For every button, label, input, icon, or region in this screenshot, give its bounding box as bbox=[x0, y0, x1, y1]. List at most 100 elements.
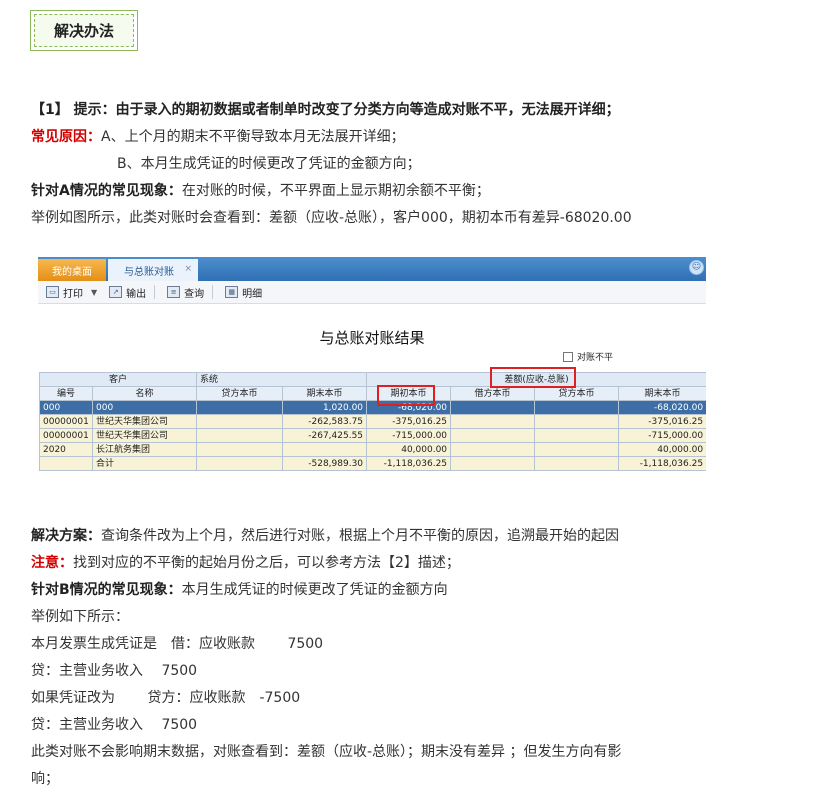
table-row[interactable]: 2020 长江航务集团 40,000.00 40,000.00 bbox=[39, 442, 706, 457]
cell-debit bbox=[450, 400, 536, 415]
cell-credit-diff bbox=[534, 414, 620, 429]
cell-ending-diff: -68,020.00 bbox=[618, 400, 706, 415]
common-causes-line: 常见原因：A、上个月的期末不平衡导致本月无法展开详细； bbox=[31, 127, 405, 147]
example-b-intro: 举例如下所示： bbox=[31, 609, 129, 625]
export-button[interactable]: ↗ 输出 bbox=[109, 285, 146, 300]
detail-label: 明细 bbox=[242, 288, 263, 300]
group-customer: 客户 bbox=[38, 372, 198, 387]
unbalanced-checkbox[interactable]: 对账不平 bbox=[563, 350, 613, 363]
export-icon: ↗ bbox=[109, 286, 123, 298]
case-b-label: 针对B情况的常见现象： bbox=[31, 582, 182, 598]
conclusion-text-end: 响； bbox=[31, 771, 59, 787]
cell-ending: -528,989.30 bbox=[282, 456, 368, 471]
cell-code bbox=[39, 456, 93, 471]
cell-code: 00000001 bbox=[39, 414, 93, 429]
cell-credit bbox=[196, 428, 284, 443]
cell-credit-diff bbox=[534, 442, 620, 457]
cell-ending-diff: -715,000.00 bbox=[618, 428, 706, 443]
cell-opening: -1,118,036.25 bbox=[366, 456, 452, 471]
toolbar-divider bbox=[212, 285, 214, 299]
cell-ending bbox=[282, 442, 368, 457]
cell-debit bbox=[450, 414, 536, 429]
col-debit[interactable]: 借方本币 bbox=[450, 386, 536, 401]
case-b-text: 本月生成凭证的时候更改了凭证的金额方向 bbox=[181, 582, 448, 598]
cell-name: 世纪天华集团公司 bbox=[91, 428, 198, 443]
cause-b: B、本月生成凭证的时候更改了凭证的金额方向； bbox=[117, 156, 421, 172]
query-label: 查询 bbox=[184, 288, 205, 300]
cell-ending: 1,020.00 bbox=[282, 400, 368, 415]
table-row[interactable]: 00000001 世纪天华集团公司 -262,583.75 -375,016.2… bbox=[39, 414, 706, 429]
heading-box: 解决办法 bbox=[30, 10, 138, 51]
cause-a: A、上个月的期末不平衡导致本月无法展开详细； bbox=[101, 129, 405, 145]
cell-credit bbox=[196, 456, 284, 471]
cell-ending-diff: 40,000.00 bbox=[618, 442, 706, 457]
cell-ending-diff: -1,118,036.25 bbox=[618, 456, 706, 471]
cell-ending: -267,425.55 bbox=[282, 428, 368, 443]
print-button[interactable]: ▭ 打印 ▼ bbox=[46, 285, 97, 300]
group-system: 系统 bbox=[196, 372, 368, 387]
example-b-credit-2: 贷：主营业务收入 7500 bbox=[31, 717, 198, 733]
col-ending-diff[interactable]: 期末本币 bbox=[618, 386, 706, 401]
table-row[interactable]: 000 000 1,020.00 -68,020.00 -68,020.00 bbox=[39, 400, 706, 415]
case-a-label: 针对A情况的常见现象： bbox=[31, 183, 182, 199]
cell-debit bbox=[450, 442, 536, 457]
report-title: 与总账对账结果 bbox=[319, 329, 425, 347]
print-label: 打印 bbox=[63, 288, 83, 300]
printer-icon: ▭ bbox=[46, 286, 59, 298]
table-total-row[interactable]: 合计 -528,989.30 -1,118,036.25 -1,118,036.… bbox=[39, 456, 706, 471]
cell-opening: -375,016.25 bbox=[366, 414, 452, 429]
tab-my-desktop[interactable]: 我的桌面 bbox=[38, 259, 106, 281]
cell-code: 000 bbox=[39, 400, 93, 415]
cell-credit bbox=[196, 442, 284, 457]
solution-label: 解决方案： bbox=[31, 528, 101, 544]
grid-icon: ▦ bbox=[225, 286, 239, 298]
tab-reconcile-gl[interactable]: 与总账对账 × bbox=[108, 259, 198, 281]
col-credit-diff[interactable]: 贷方本币 bbox=[534, 386, 620, 401]
col-credit[interactable]: 贷方本币 bbox=[196, 386, 284, 401]
cell-debit bbox=[450, 456, 536, 471]
table-group-header: 客户 系统 差额(应收-总账) bbox=[38, 372, 706, 387]
cell-opening: -715,000.00 bbox=[366, 428, 452, 443]
cell-name: 合计 bbox=[91, 456, 198, 471]
highlight-difference-header bbox=[490, 367, 576, 388]
cell-credit-diff bbox=[534, 400, 620, 415]
example-a-text: 举例如图所示，此类对账时会查看到：差额（应收-总账），客户000，期初本币有差异… bbox=[31, 210, 632, 226]
cell-opening: 40,000.00 bbox=[366, 442, 452, 457]
heading: 解决办法 bbox=[34, 14, 134, 47]
chevron-down-icon[interactable]: ▼ bbox=[91, 288, 97, 297]
cell-credit-diff bbox=[534, 456, 620, 471]
toolbar: ▭ 打印 ▼ ↗ 输出 ≡ 查询 ▦ 明细 bbox=[38, 281, 706, 304]
example-b-debit: 本月发票生成凭证是 借：应收账款 7500 bbox=[31, 636, 324, 652]
col-code[interactable]: 编号 bbox=[39, 386, 93, 401]
col-name[interactable]: 名称 bbox=[91, 386, 198, 401]
cell-ending: -262,583.75 bbox=[282, 414, 368, 429]
query-button[interactable]: ≡ 查询 bbox=[167, 285, 204, 300]
example-b-credit: 贷：主营业务收入 7500 bbox=[31, 663, 198, 679]
example-b-changed: 如果凭证改为 贷方：应收账款 -7500 bbox=[31, 690, 301, 706]
toolbar-divider bbox=[154, 285, 156, 299]
cell-credit bbox=[196, 414, 284, 429]
highlight-opening-column bbox=[377, 385, 435, 406]
reconciliation-table: 客户 系统 差额(应收-总账) 编号 名称 贷方本币 期末本币 期初本币 借方本… bbox=[38, 372, 706, 471]
cell-credit bbox=[196, 400, 284, 415]
note-line: 注意：找到对应的不平衡的起始月份之后，可以参考方法【2】描述； bbox=[31, 553, 460, 573]
smile-icon[interactable]: ☺ bbox=[689, 260, 704, 275]
cell-code: 00000001 bbox=[39, 428, 93, 443]
close-icon[interactable]: × bbox=[184, 264, 192, 274]
solution-line: 解决方案：查询条件改为上个月，然后进行对账，根据上个月不平衡的原因，追溯最开始的… bbox=[31, 526, 619, 546]
table-column-header: 编号 名称 贷方本币 期末本币 期初本币 借方本币 贷方本币 期末本币 bbox=[39, 386, 706, 401]
detail-button[interactable]: ▦ 明细 bbox=[225, 285, 262, 300]
cell-name: 000 bbox=[91, 400, 198, 415]
note-text: 找到对应的不平衡的起始月份之后，可以参考方法【2】描述； bbox=[73, 555, 460, 571]
reconciliation-screenshot: 我的桌面 与总账对账 × ☺ ▭ 打印 ▼ ↗ 输出 ≡ 查询 ▦ 明细 与总账… bbox=[38, 257, 706, 485]
case-b-line: 针对B情况的常见现象：本月生成凭证的时候更改了凭证的金额方向 bbox=[31, 580, 448, 600]
col-ending[interactable]: 期末本币 bbox=[282, 386, 368, 401]
cell-code: 2020 bbox=[39, 442, 93, 457]
common-causes-label: 常见原因： bbox=[31, 129, 101, 145]
query-icon: ≡ bbox=[167, 286, 181, 298]
tab-reconcile-gl-label: 与总账对账 bbox=[124, 266, 174, 278]
table-row[interactable]: 00000001 世纪天华集团公司 -267,425.55 -715,000.0… bbox=[39, 428, 706, 443]
cell-name: 长江航务集团 bbox=[91, 442, 198, 457]
cell-debit bbox=[450, 428, 536, 443]
checkbox-icon bbox=[563, 351, 573, 362]
